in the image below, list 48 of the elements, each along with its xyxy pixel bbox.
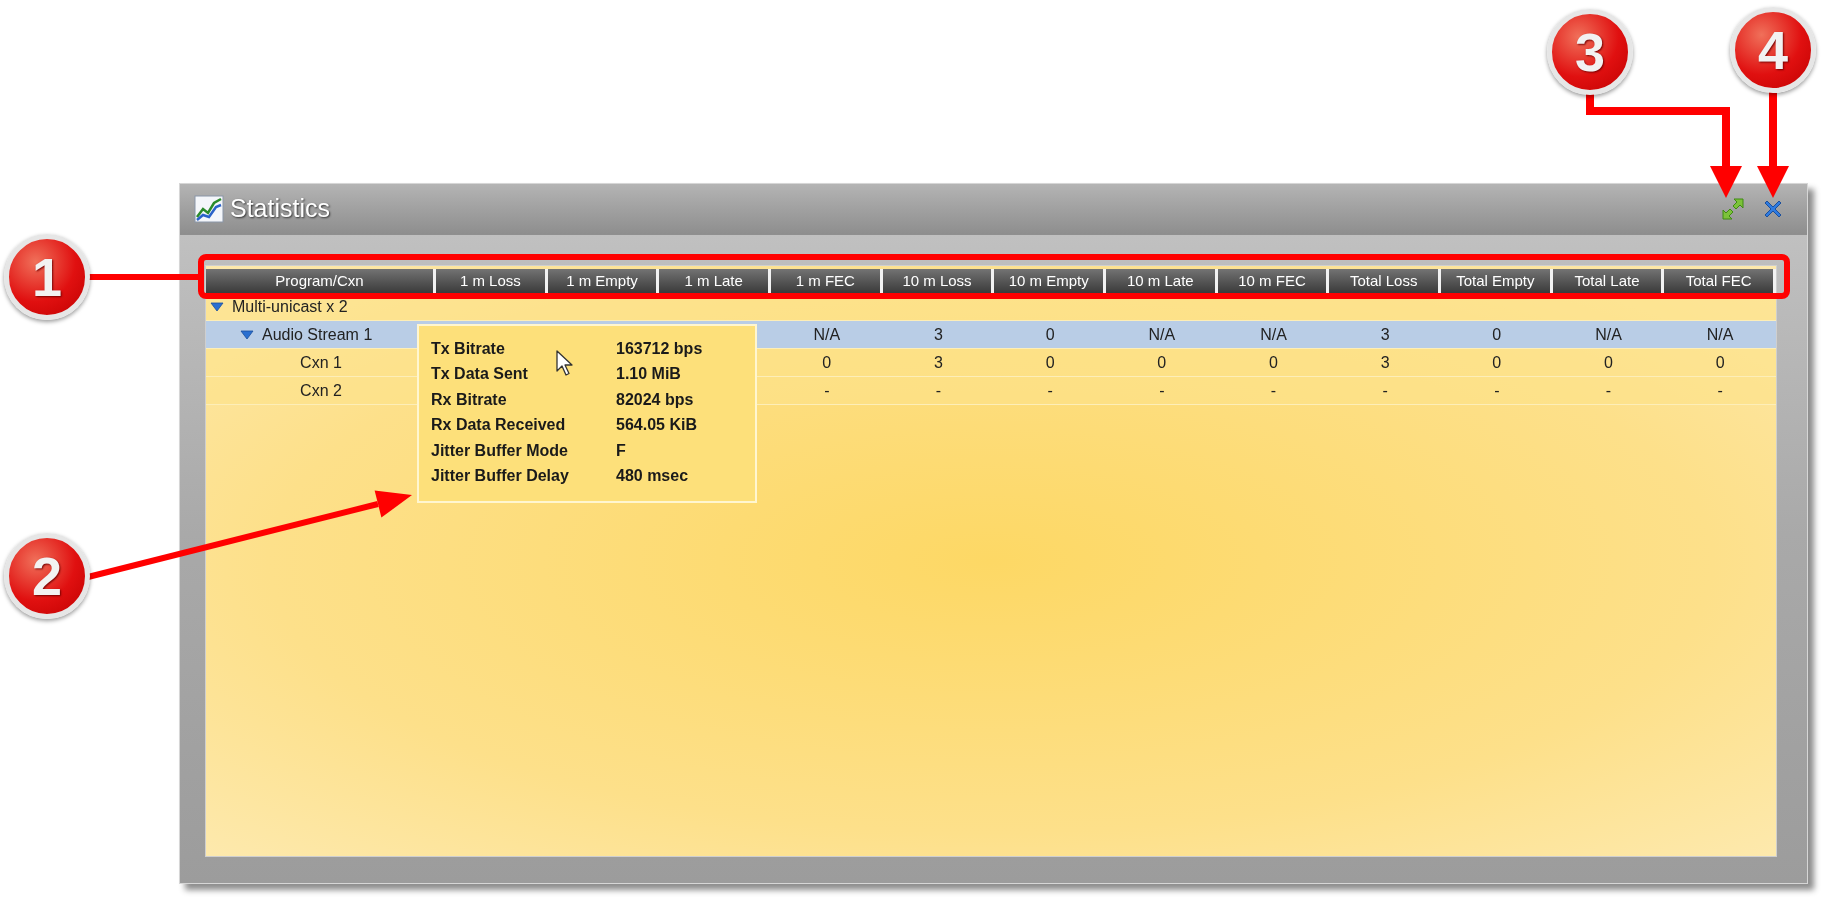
row-label: Cxn 2: [300, 380, 342, 401]
tooltip-label: Rx Data Received: [431, 415, 566, 436]
table-cell-text: -: [1493, 380, 1501, 401]
table-cell-text: 0: [1044, 352, 1056, 373]
row-label: Multi-unicast x 2: [232, 296, 348, 317]
row-label: Cxn 1: [300, 352, 342, 373]
tooltip-value: 564.05 KiB: [616, 415, 698, 436]
table-cell-text: N/A: [812, 324, 842, 345]
callout-number: 4: [1730, 7, 1816, 93]
window-title: Statistics: [230, 193, 331, 225]
table-cell-text: -: [823, 380, 831, 401]
tooltip-value: 82024 bps: [616, 389, 695, 410]
tooltip-value: 1.10 MiB: [616, 364, 682, 385]
table-cell-text: 0: [1714, 352, 1726, 373]
callout-number: 1: [4, 234, 90, 320]
tooltip-label: Jitter Buffer Mode: [431, 440, 568, 461]
table-cell-text: -: [1604, 380, 1613, 401]
table-cell-text: -: [1716, 380, 1724, 401]
table-cell-text: -: [1158, 380, 1166, 401]
table-cell-text: 3: [1379, 352, 1391, 373]
tooltip-label: Tx Bitrate: [431, 338, 505, 359]
row-label: Audio Stream 1: [262, 324, 373, 345]
table-cell-text: 0: [1491, 324, 1503, 345]
tooltip-label: Jitter Buffer Delay: [431, 466, 569, 487]
table-cell-text: 0: [821, 352, 833, 373]
tooltip-value: 480 msec: [616, 466, 690, 487]
callout-number: 3: [1547, 9, 1633, 95]
tooltip-value: 163712 bps: [616, 338, 704, 359]
table-cell-text: -: [1269, 380, 1278, 401]
table-cell-text: 0: [1491, 352, 1503, 373]
callout-number: 2: [4, 533, 90, 619]
table-cell-text: N/A: [1594, 324, 1623, 345]
table-cell-text: 0: [1044, 324, 1056, 345]
table-cell-text: -: [934, 380, 943, 401]
table-cell-text: N/A: [1259, 324, 1288, 345]
table-cell-text: 0: [1156, 352, 1168, 373]
table-cell-text: N/A: [1705, 324, 1735, 345]
table-cell-text: -: [1381, 380, 1389, 401]
table-cell-text: -: [1046, 380, 1054, 401]
tooltip-label: Tx Data Sent: [431, 364, 528, 385]
table-cell-text: 3: [1379, 324, 1391, 345]
table-cell-text: N/A: [1147, 324, 1177, 345]
table-cell-text: 0: [1603, 352, 1614, 373]
table-cell-text: 3: [933, 324, 944, 345]
tooltip-value: F: [616, 440, 627, 461]
table-cell-text: 0: [1268, 352, 1279, 373]
tooltip-label: Rx Bitrate: [431, 389, 507, 410]
table-cell-text: 3: [933, 352, 944, 373]
